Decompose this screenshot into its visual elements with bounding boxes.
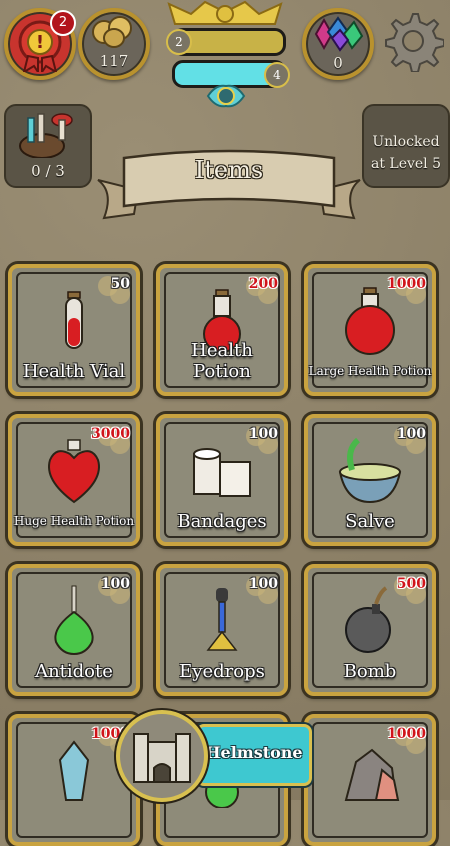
health-vial-icon [65,291,83,349]
item-card[interactable]: 1000 [304,714,436,846]
item-price: 1000 [387,276,426,292]
town-emblem[interactable] [116,710,208,802]
bandages-icon [193,448,251,497]
item-price: 3000 [91,426,130,442]
item-card[interactable]: 1000 Large Health Potion [304,264,436,396]
item-name: Eyedrops [179,661,265,682]
town-button[interactable]: Helmstone [196,724,312,786]
bag-count: 0 / 3 [31,162,65,180]
item-price: 50 [110,276,130,292]
locked-text-line1: Unlocked [372,134,440,150]
ore-icon [344,748,400,801]
item-card[interactable]: 500 Bomb [304,564,436,696]
large-health-potion-icon [345,287,395,355]
xp-level-number: 4 [264,62,290,88]
eyedrops-icon [206,588,238,651]
item-name: Large Health Potion [308,364,432,378]
item-name: Health Potion [191,340,253,382]
svg-text:!: ! [36,32,44,53]
locked-slot: Unlocked at Level 5 [362,104,450,188]
crown-icon [167,0,283,25]
gem-count: 0 [333,54,343,72]
castle-icon [133,733,191,783]
item-card[interactable]: 50 Health Vial [8,264,140,396]
gold-badge[interactable]: 117 [78,8,150,80]
item-name: Bandages [177,511,267,532]
antidote-icon [54,585,94,656]
gems-badge[interactable]: 0 [302,8,374,80]
page-title: Items [194,156,264,184]
item-name: Salve [345,511,395,532]
item-name: Antidote [35,661,113,682]
item-name: Huge Health Potion [13,514,135,528]
town-name: Helmstone [205,743,303,762]
item-card[interactable]: 100 Bandages [156,414,288,546]
gold-coins-icon [92,16,132,48]
gems-icon [314,16,364,52]
bag-icon [19,113,73,158]
item-price: 100 [100,576,130,592]
item-name: Health Vial [22,361,126,382]
item-price: 1000 [387,726,426,742]
bomb-icon [345,586,391,653]
gold-count: 117 [99,52,129,70]
salve-icon [338,437,402,504]
rune-emblem-icon [206,84,246,108]
locked-text-line2: at Level 5 [370,156,442,172]
notification-count: 2 [50,10,76,36]
settings-gear-icon[interactable] [382,10,444,72]
banner-scroll [97,149,361,220]
item-bag-button[interactable]: 0 / 3 [4,104,92,188]
item-card[interactable]: 200 Health Potion [156,264,288,396]
item-card[interactable]: 100 Salve [304,414,436,546]
item-price: 200 [248,276,278,292]
huge-health-potion-icon [48,439,100,504]
level-number: 2 [166,29,192,55]
item-name: Bomb [343,661,397,682]
item-card[interactable]: 100 Eyedrops [156,564,288,696]
crystal-icon [58,740,90,801]
item-price: 100 [248,576,278,592]
item-card[interactable]: 100 Antidote [8,564,140,696]
item-price: 100 [248,426,278,442]
item-price: 500 [396,576,426,592]
item-price: 100 [396,426,426,442]
item-card[interactable]: 3000 Huge Health Potion [8,414,140,546]
